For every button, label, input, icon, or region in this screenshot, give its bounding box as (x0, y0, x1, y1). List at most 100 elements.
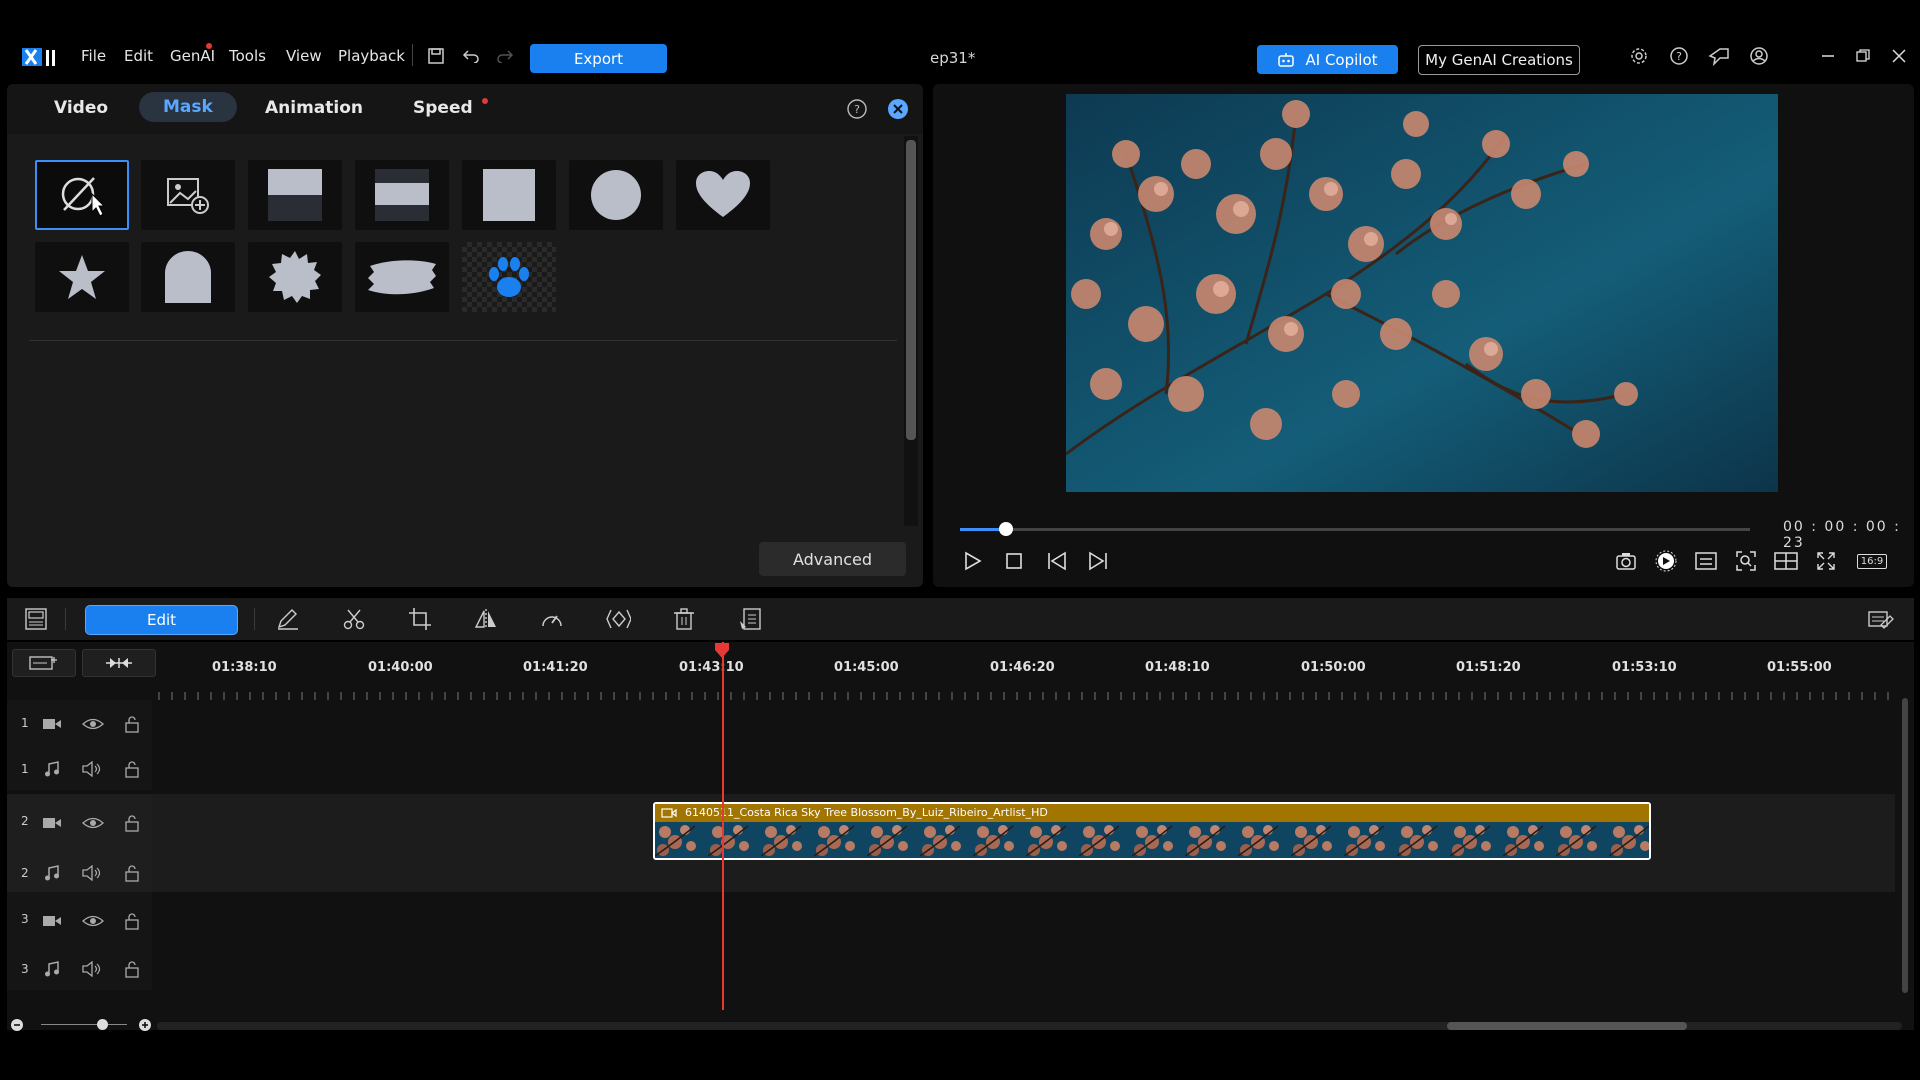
zoom-in-icon[interactable] (138, 1018, 152, 1032)
aspect-ratio-button[interactable]: 16:9 (1852, 547, 1892, 575)
mask-tile-circle[interactable] (569, 160, 663, 230)
panel-close-icon[interactable] (886, 97, 910, 121)
undo-icon[interactable] (459, 44, 483, 68)
eye-icon[interactable] (82, 914, 104, 928)
lock-icon[interactable] (124, 814, 140, 832)
fullscreen-icon[interactable] (1812, 547, 1840, 575)
video-clip[interactable]: 6140511_Costa Rica Sky Tree Blossom_By_L… (653, 802, 1651, 860)
mask-tile-paw-print[interactable] (462, 242, 556, 312)
track-header: 2 (7, 794, 152, 854)
redo-icon[interactable] (493, 44, 517, 68)
stop-icon[interactable] (1000, 547, 1028, 575)
account-icon[interactable] (1747, 44, 1771, 68)
tab-speed[interactable]: Speed (413, 98, 473, 118)
lock-icon[interactable] (124, 864, 140, 882)
help-icon[interactable]: ? (1667, 44, 1691, 68)
mask-tile-starburst[interactable] (248, 242, 342, 312)
music-note-icon (45, 961, 59, 977)
panel-help-icon[interactable]: ? (845, 97, 869, 121)
ruler-label: 01:48:10 (1145, 660, 1210, 675)
tab-animation[interactable]: Animation (265, 98, 363, 118)
my-genai-creations-button[interactable]: My GenAI Creations (1418, 45, 1580, 75)
toolbar-divider (254, 608, 255, 630)
mask-tile-brush-stroke[interactable] (355, 242, 449, 312)
timeline-ruler[interactable]: 01:38:10 01:40:00 01:41:20 01:43:10 01:4… (157, 660, 1897, 700)
timeline-horizontal-scrollbar[interactable] (157, 1022, 1902, 1030)
timeline-options-icon[interactable] (1868, 606, 1894, 632)
speed-icon[interactable] (539, 606, 565, 632)
lock-icon[interactable] (124, 960, 140, 978)
fit-timeline-icon (106, 658, 132, 668)
panel-scrollbar[interactable] (906, 140, 916, 440)
ruler-label: 01:40:00 (368, 660, 433, 675)
split-view-icon[interactable] (1772, 547, 1800, 575)
menu-file[interactable]: File (81, 47, 106, 65)
crop-icon[interactable] (407, 606, 433, 632)
menu-view[interactable]: View (286, 47, 322, 65)
mask-tile-image[interactable] (141, 160, 235, 230)
mask-tile-square[interactable] (462, 160, 556, 230)
lock-icon[interactable] (124, 760, 140, 778)
keyframe-icon[interactable] (605, 606, 631, 632)
timeline-vertical-scrollbar[interactable] (1902, 698, 1908, 993)
track-header: 1 (7, 748, 152, 790)
lock-icon[interactable] (124, 715, 140, 733)
menu-genai[interactable]: GenAI (170, 47, 215, 65)
previous-frame-icon[interactable] (1043, 547, 1071, 575)
app-logo-icon (22, 48, 55, 66)
mask-tile-arch[interactable] (141, 242, 235, 312)
mask-tile-heart[interactable] (676, 160, 770, 230)
mask-tile-top-half[interactable] (248, 160, 342, 230)
speaker-icon[interactable] (82, 761, 102, 777)
close-window-icon[interactable] (1887, 44, 1911, 68)
feedback-icon[interactable] (1707, 44, 1731, 68)
zoom-slider-handle[interactable] (97, 1019, 108, 1030)
mask-tile-star[interactable] (35, 242, 129, 312)
pen-edit-icon[interactable] (275, 606, 301, 632)
speaker-icon[interactable] (82, 865, 102, 881)
ruler-label: 01:38:10 (212, 660, 277, 675)
playback-scrubber-handle[interactable] (998, 522, 1013, 536)
zoom-preview-icon[interactable] (1732, 547, 1760, 575)
fit-timeline-button[interactable] (82, 649, 156, 677)
project-title: ep31* (930, 49, 976, 67)
flip-icon[interactable] (473, 606, 499, 632)
save-icon[interactable] (424, 44, 448, 68)
tab-mask[interactable]: Mask (139, 92, 237, 122)
add-track-button[interactable] (12, 649, 76, 677)
timeline-scroll-thumb[interactable] (1447, 1022, 1687, 1030)
eye-icon[interactable] (82, 816, 104, 830)
speaker-icon[interactable] (82, 961, 102, 977)
ai-copilot-button[interactable]: AI Copilot (1257, 45, 1398, 74)
music-note-icon (45, 865, 59, 881)
minimize-icon[interactable] (1816, 44, 1840, 68)
svg-text:?: ? (1676, 50, 1682, 63)
play-icon[interactable] (958, 547, 986, 575)
eye-icon[interactable] (82, 717, 104, 731)
snapshot-camera-icon[interactable] (1612, 547, 1640, 575)
playback-progress-bar[interactable] (960, 522, 1750, 536)
tab-video[interactable]: Video (54, 98, 108, 118)
track-header: 3 (7, 892, 152, 950)
menu-playback[interactable]: Playback (338, 47, 405, 65)
restore-icon[interactable] (1851, 44, 1875, 68)
trash-icon[interactable] (671, 606, 697, 632)
lock-icon[interactable] (124, 912, 140, 930)
panel-tab-bar: Video Mask Animation Speed ? (7, 84, 923, 134)
edit-button[interactable]: Edit (85, 605, 238, 635)
export-button[interactable]: Export (530, 44, 667, 73)
subtitle-icon[interactable] (1692, 547, 1720, 575)
mask-tile-middle-band[interactable] (355, 160, 449, 230)
scissors-icon[interactable] (341, 606, 367, 632)
menu-tools[interactable]: Tools (229, 47, 266, 65)
gear-icon[interactable] (1627, 44, 1651, 68)
more-tools-icon[interactable] (737, 606, 763, 632)
zoom-slider-track[interactable] (41, 1024, 127, 1025)
preview-quality-icon[interactable] (1652, 547, 1680, 575)
zoom-out-icon[interactable] (10, 1018, 24, 1032)
room-toggle-icon[interactable] (23, 606, 49, 632)
mask-tile-none[interactable] (35, 160, 129, 230)
advanced-button[interactable]: Advanced (759, 542, 906, 576)
next-frame-icon[interactable] (1084, 547, 1112, 575)
menu-edit[interactable]: Edit (124, 47, 153, 65)
